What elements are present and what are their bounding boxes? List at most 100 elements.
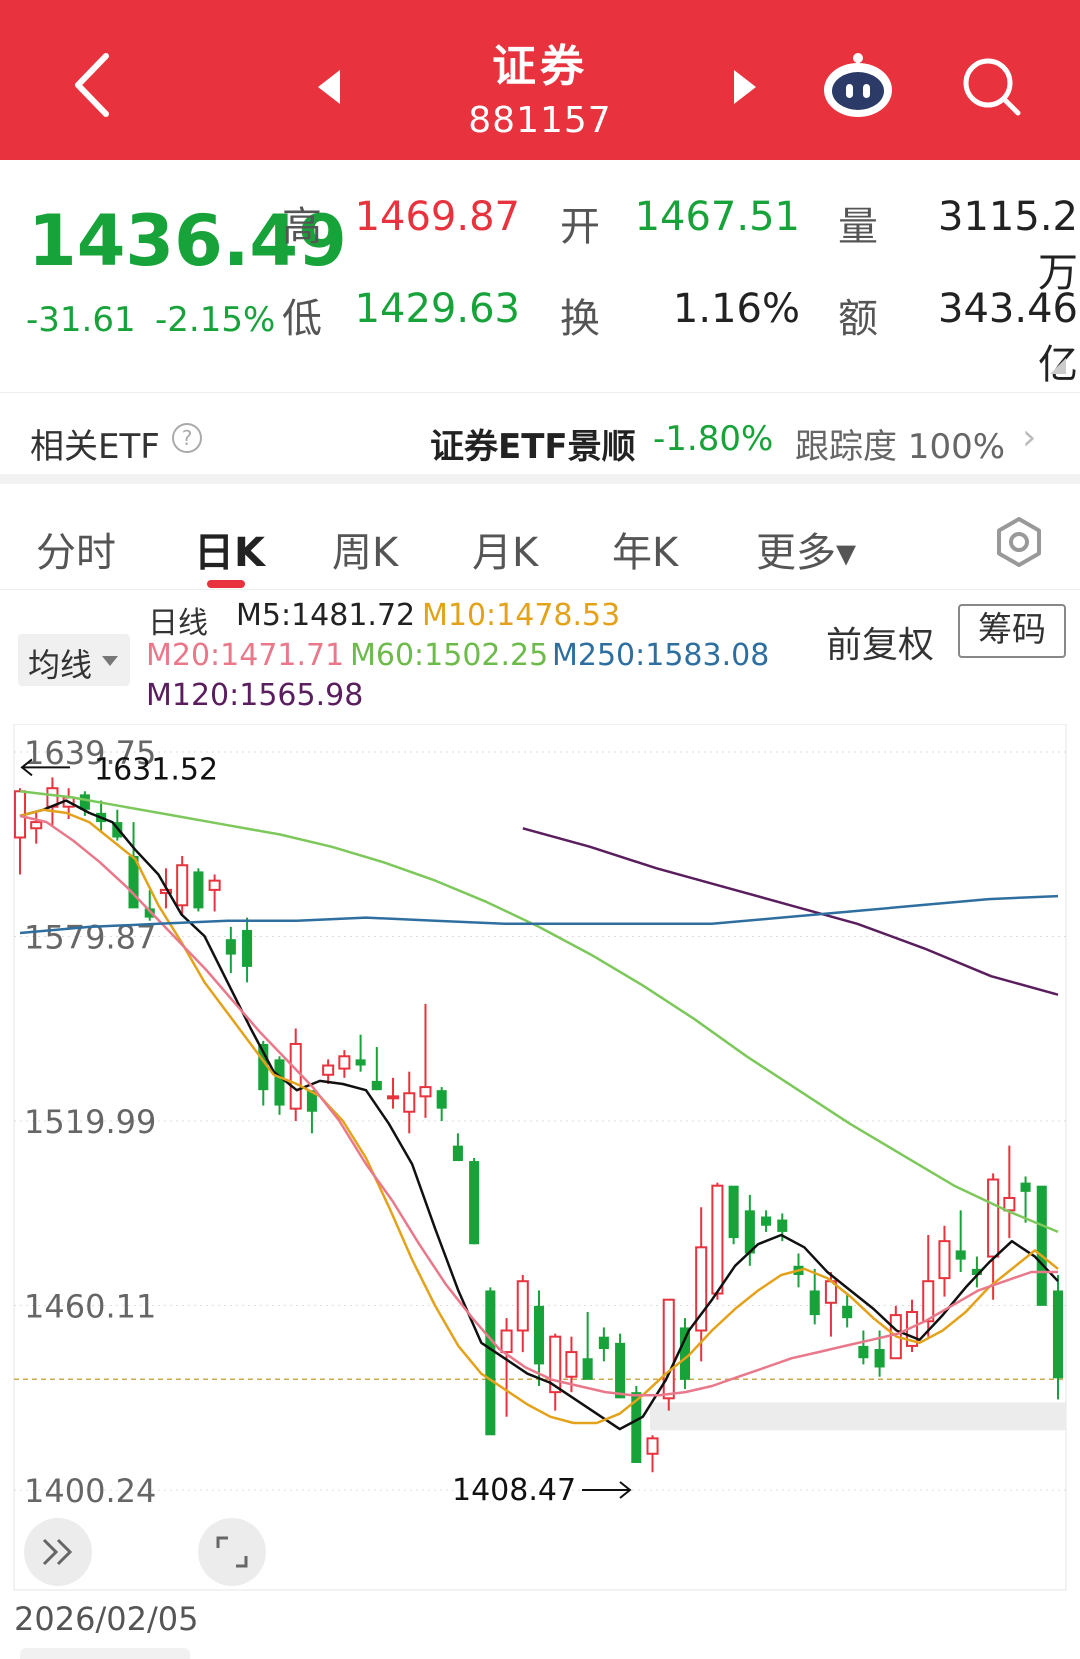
candle-body-down: [874, 1349, 885, 1368]
candle-body-down: [761, 1216, 772, 1226]
etf-label: 相关ETF: [30, 427, 160, 467]
candle-body-down: [371, 1080, 382, 1091]
y-tick-label: 1400.24: [24, 1472, 156, 1510]
candle-body-down: [452, 1145, 463, 1162]
next-stock-icon[interactable]: [732, 70, 756, 104]
candle-body-up: [338, 1055, 351, 1070]
tab-intraday[interactable]: 分时: [36, 520, 116, 578]
candle-body-down: [225, 939, 236, 955]
etf-tracking: 跟踪度 100%: [795, 427, 1006, 467]
tab-more[interactable]: 更多▾: [756, 520, 856, 578]
turnover-label: 换: [560, 296, 600, 342]
price-change-pct: -2.15%: [155, 300, 276, 340]
loading-band: [650, 1402, 1066, 1431]
amount-value: 343.46亿: [938, 286, 1078, 388]
tab-weekly-k[interactable]: 周K: [332, 520, 398, 578]
back-arrow-icon[interactable]: [70, 50, 120, 120]
related-etf-row[interactable]: 相关ETF ? 证券ETF景顺 -1.80% 跟踪度 100% ›: [0, 392, 1080, 484]
max-price-label: 1631.52: [94, 752, 218, 787]
high-label: 高: [282, 204, 322, 250]
candle-body-up: [30, 821, 43, 830]
candle-body-down: [777, 1219, 788, 1232]
price-change: -31.61: [26, 300, 136, 340]
adjust-mode-toggle[interactable]: 前复权: [826, 616, 934, 668]
candle-body-up: [711, 1184, 724, 1295]
candle-body-down: [955, 1250, 966, 1260]
expand-corner-icon[interactable]: [1050, 358, 1066, 374]
candle-body-up: [419, 1086, 432, 1098]
bottom-tab-strip: [20, 1648, 190, 1659]
candle-body-up: [938, 1240, 951, 1280]
candle-body-up: [208, 879, 221, 891]
candle-body-up: [387, 1095, 400, 1100]
ma-dropdown[interactable]: 均线: [18, 634, 130, 686]
candle-body-down: [469, 1161, 480, 1245]
period-label: 日线: [148, 606, 208, 641]
candle-body-down: [485, 1290, 496, 1436]
chip-distribution-button[interactable]: 筹码: [958, 604, 1066, 658]
candle-body-down: [598, 1336, 609, 1350]
candle-body-down: [355, 1059, 366, 1066]
double-chevron-icon: [42, 1538, 73, 1566]
candle-body-up: [1003, 1197, 1016, 1212]
candle-body-up: [987, 1178, 1000, 1258]
stock-code: 881157: [468, 100, 612, 141]
candle-body-down: [1052, 1290, 1064, 1379]
quote-panel: 1436.49 -31.61 -2.15% 高 1469.87 开 1467.5…: [0, 160, 1080, 390]
chevron-right-icon: ›: [1022, 417, 1037, 458]
m120-label: M120:1565.98: [146, 678, 364, 713]
tab-monthly-k[interactable]: 月K: [472, 520, 538, 578]
m5-label: M5:1481.72: [236, 598, 416, 633]
candle-body-down: [436, 1090, 447, 1109]
turnover-value: 1.16%: [672, 286, 800, 332]
active-tab-indicator: [207, 580, 245, 588]
fullscreen-icon: [216, 1536, 248, 1568]
candle-body-down: [242, 929, 253, 967]
fullscreen-button[interactable]: [198, 1518, 266, 1586]
ma-line-m60: [19, 790, 1059, 1234]
period-tabs: 分时 日K 周K 月K 年K 更多▾: [0, 494, 1080, 590]
ma-legend: 均线 日线 M5:1481.72 M10:1478.53 M20:1471.71…: [0, 596, 1080, 716]
title-bar: 证券 881157: [0, 0, 1080, 160]
candle-body-down: [615, 1342, 626, 1399]
settings-hexagon-icon[interactable]: [993, 516, 1045, 568]
candle-body-down: [193, 871, 204, 909]
m10-label: M10:1478.53: [422, 598, 621, 633]
help-icon[interactable]: ?: [172, 423, 202, 453]
m250-label: M250:1583.08: [552, 638, 770, 673]
y-tick-label: 1460.11: [24, 1288, 156, 1326]
candle-body-up: [922, 1280, 935, 1323]
prev-stock-icon[interactable]: [318, 70, 342, 104]
title-block: 证券 881157: [390, 30, 690, 141]
candle-body-up: [176, 864, 189, 907]
candle-body-up: [565, 1351, 578, 1378]
high-value: 1469.87: [354, 194, 520, 240]
etf-change: -1.80%: [653, 419, 774, 459]
candle-body-down: [809, 1290, 820, 1316]
candle-body-down: [274, 1059, 285, 1106]
candle-body-up: [322, 1064, 335, 1076]
open-label: 开: [560, 204, 600, 250]
expand-sidebar-button[interactable]: [24, 1518, 92, 1586]
y-tick-label: 1519.99: [24, 1103, 156, 1141]
search-icon[interactable]: [960, 55, 1024, 119]
candle-body-down: [679, 1327, 690, 1380]
chart-date-label: 2026/02/05: [14, 1600, 199, 1638]
amount-label: 额: [838, 296, 878, 342]
candlestick-chart[interactable]: 1639.751579.871519.991460.111400.241631.…: [0, 724, 1080, 1604]
page-title: 证券: [492, 41, 588, 92]
tab-daily-k[interactable]: 日K: [194, 520, 265, 578]
tab-yearly-k[interactable]: 年K: [612, 520, 678, 578]
etf-name: 证券ETF景顺: [430, 427, 636, 467]
low-value: 1429.63: [354, 286, 520, 332]
candle-body-up: [516, 1280, 529, 1332]
caret-down-icon: [102, 656, 118, 666]
ma-line-m120: [522, 827, 1059, 996]
candle-body-down: [728, 1185, 739, 1239]
robot-assistant-icon[interactable]: [820, 50, 896, 120]
candle-body-up: [646, 1437, 659, 1455]
candle-body-down: [582, 1358, 593, 1380]
candle-body-up: [289, 1042, 302, 1110]
candle-body-up: [403, 1092, 416, 1113]
m60-label: M60:1502.25: [350, 638, 549, 673]
